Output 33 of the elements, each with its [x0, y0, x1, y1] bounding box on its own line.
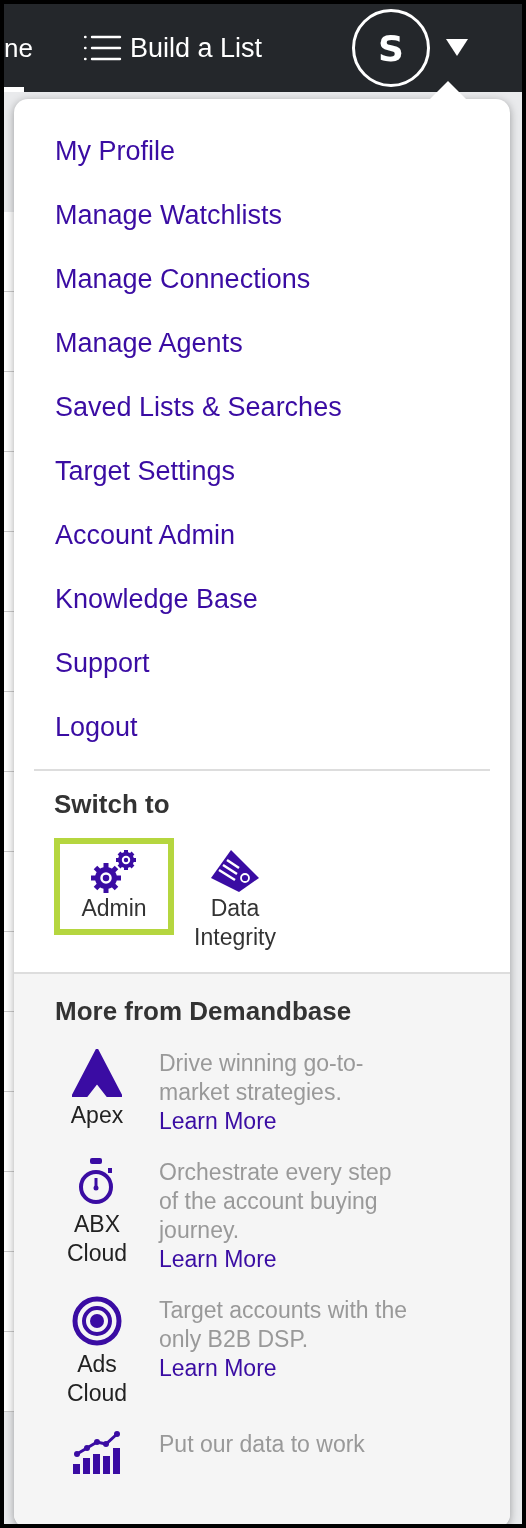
- list-icon: [84, 35, 122, 61]
- tab-underline: [4, 87, 24, 92]
- menu-item[interactable]: Manage Agents: [55, 311, 510, 375]
- menu-item[interactable]: Manage Connections: [55, 247, 510, 311]
- product-name: Ads Cloud: [65, 1350, 129, 1408]
- menu-item[interactable]: Saved Lists & Searches: [55, 375, 510, 439]
- product-description: Orchestrate every step of the account buying journey.: [159, 1158, 393, 1245]
- menu-item[interactable]: My Profile: [55, 119, 510, 183]
- caret-icon[interactable]: [446, 39, 468, 57]
- app-tile[interactable]: Admin: [54, 838, 174, 935]
- nav-tab[interactable]: ne: [4, 32, 80, 64]
- section-title: Switch to: [54, 789, 171, 820]
- menu-item[interactable]: Target Settings: [55, 439, 510, 503]
- product-description: Put our data to work: [159, 1430, 366, 1459]
- build-list-link[interactable]: Build a List: [84, 32, 263, 64]
- learn-more-link[interactable]: Learn More: [159, 1108, 277, 1134]
- menu-item[interactable]: Manage Watchlists: [55, 183, 510, 247]
- chart-icon: [73, 1430, 121, 1474]
- menu-item[interactable]: Logout: [55, 695, 510, 759]
- apex-logo-icon: [72, 1049, 122, 1097]
- menu-item[interactable]: Account Admin: [55, 503, 510, 567]
- menu-item[interactable]: Support: [55, 631, 510, 695]
- product-name: Apex: [69, 1101, 125, 1130]
- menu-item[interactable]: Knowledge Base: [55, 567, 510, 631]
- product-description: Target accounts with the only B2B DSP.: [159, 1296, 409, 1354]
- product-description: Drive winning go-to-market strategies.: [159, 1049, 365, 1107]
- pyramid-icon: [209, 848, 261, 894]
- target-icon: [72, 1296, 122, 1346]
- learn-more-link[interactable]: Learn More: [159, 1246, 277, 1272]
- learn-more-link[interactable]: Learn More: [159, 1355, 277, 1381]
- section-title: More from Demandbase: [55, 996, 353, 1027]
- avatar-button[interactable]: S: [352, 9, 430, 87]
- product-name: ABX Cloud: [65, 1210, 129, 1268]
